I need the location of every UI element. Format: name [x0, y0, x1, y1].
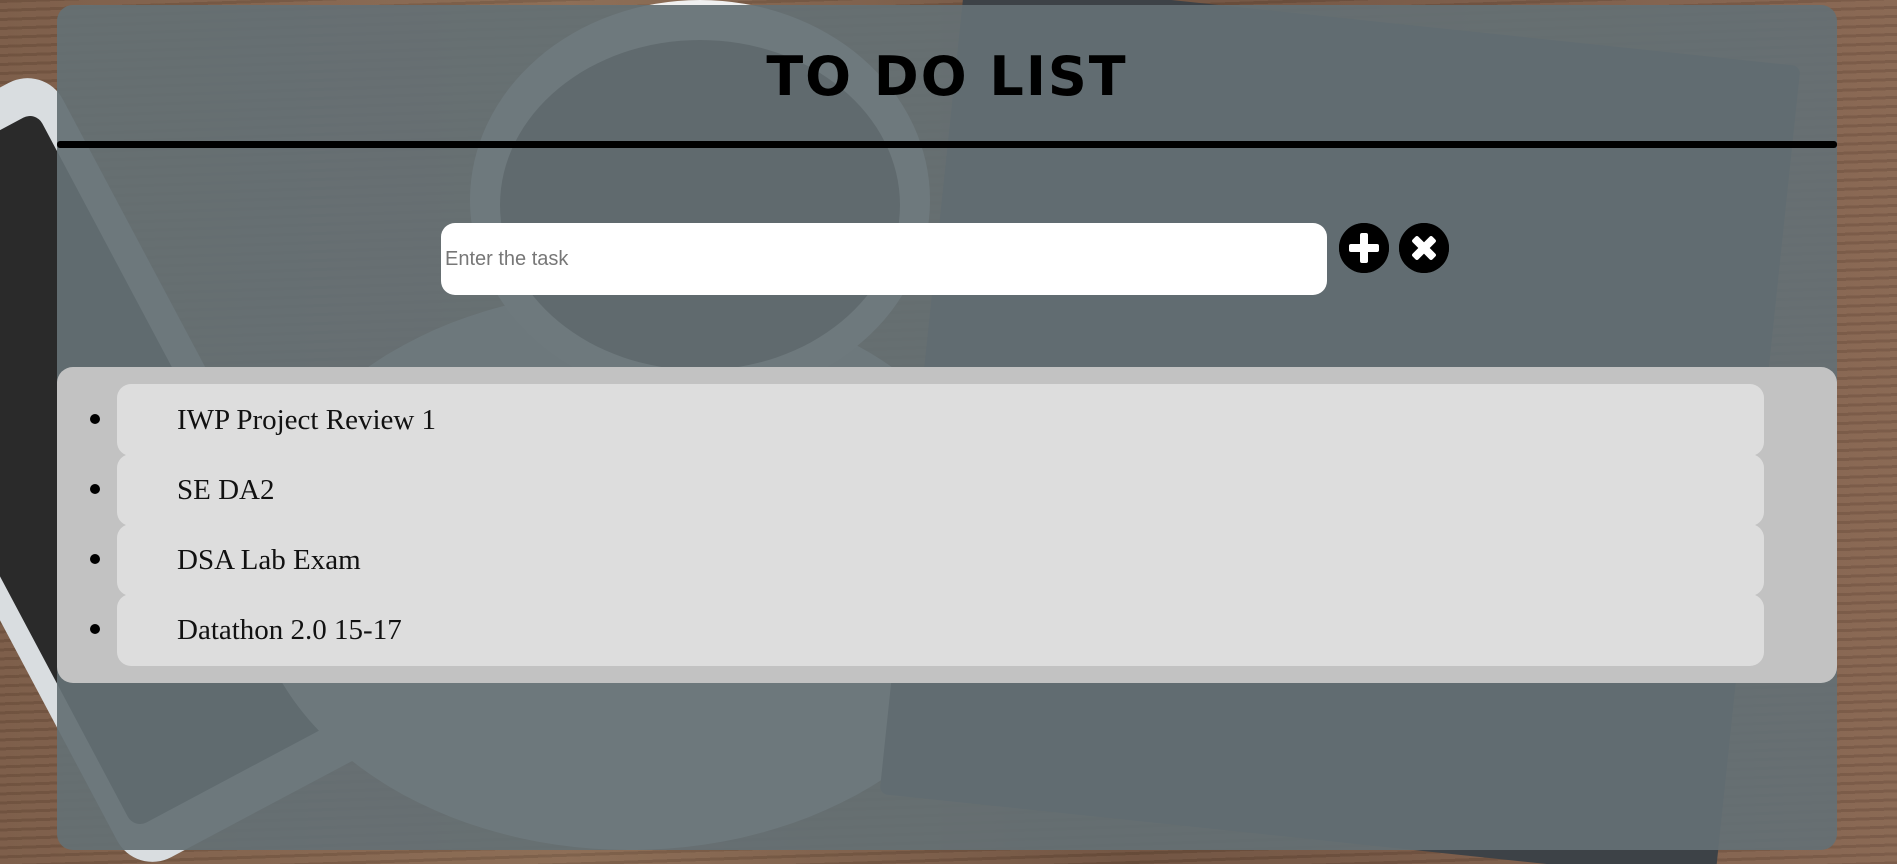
list-bullet [90, 484, 100, 494]
task-label: Datathon 2.0 15-17 [177, 614, 402, 646]
task-list-container: IWP Project Review 1 SE DA2 DSA Lab Exam… [57, 367, 1837, 683]
list-item[interactable]: Datathon 2.0 15-17 [57, 594, 1837, 666]
task-label: SE DA2 [177, 474, 275, 506]
todo-panel: TO DO LIST IWP Project Review 1 [57, 5, 1837, 850]
page-title: TO DO LIST [766, 45, 1128, 108]
list-bullet [90, 554, 100, 564]
task-card[interactable]: DSA Lab Exam [117, 524, 1764, 596]
plus-icon [1339, 223, 1389, 273]
close-icon [1399, 223, 1449, 273]
clear-tasks-button[interactable] [1399, 223, 1449, 273]
list-item[interactable]: SE DA2 [57, 454, 1837, 526]
list-bullet [90, 414, 100, 424]
list-item[interactable]: DSA Lab Exam [57, 524, 1837, 596]
task-list: IWP Project Review 1 SE DA2 DSA Lab Exam… [57, 384, 1837, 666]
task-label: DSA Lab Exam [177, 544, 361, 576]
task-label: IWP Project Review 1 [177, 404, 437, 436]
task-card[interactable]: Datathon 2.0 15-17 [117, 594, 1764, 666]
list-item[interactable]: IWP Project Review 1 [57, 384, 1837, 456]
task-card[interactable]: IWP Project Review 1 [117, 384, 1764, 456]
list-bullet [90, 624, 100, 634]
task-card[interactable]: SE DA2 [117, 454, 1764, 526]
title-divider [57, 141, 1837, 148]
task-input[interactable] [441, 223, 1327, 295]
add-task-button[interactable] [1339, 223, 1389, 273]
